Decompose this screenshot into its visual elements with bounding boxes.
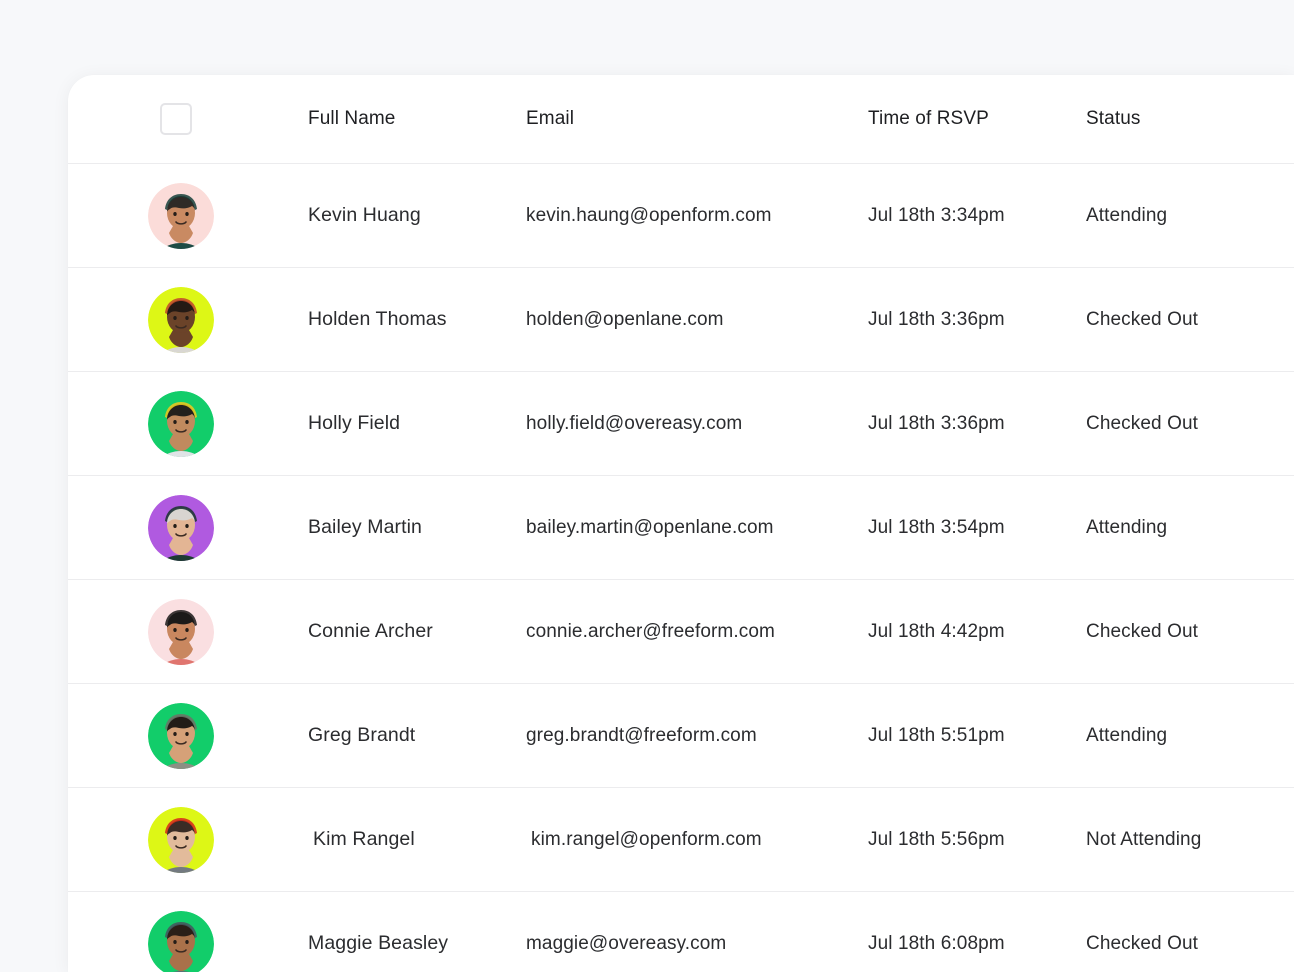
avatar-cell	[68, 598, 308, 665]
column-header-full-name[interactable]: Full Name	[308, 108, 526, 130]
avatar-cell	[68, 806, 308, 873]
avatar-maggie-beasley	[148, 910, 214, 972]
table-row[interactable]: Connie Archer connie.archer@freeform.com…	[68, 580, 1294, 684]
cell-full-name: Kevin Huang	[308, 204, 421, 226]
status-badge: Attending	[1086, 516, 1168, 538]
status-badge: Checked Out	[1086, 412, 1198, 434]
column-header-time-of-rsvp[interactable]: Time of RSVP	[868, 108, 1086, 130]
avatar-greg-brandt	[148, 702, 214, 769]
cell-time-of-rsvp: Jul 18th 4:42pm	[868, 620, 1005, 642]
avatar-kevin-huang	[148, 182, 214, 249]
table-row[interactable]: Holly Field holly.field@overeasy.com Jul…	[68, 372, 1294, 476]
avatar-cell	[68, 494, 308, 561]
cell-email: holly.field@overeasy.com	[526, 412, 743, 434]
cell-email: maggie@overeasy.com	[526, 932, 727, 954]
cell-time-of-rsvp: Jul 18th 3:36pm	[868, 308, 1005, 330]
cell-full-name: Bailey Martin	[308, 516, 423, 538]
cell-time-of-rsvp: Jul 18th 3:34pm	[868, 204, 1005, 226]
status-badge: Attending	[1086, 204, 1168, 226]
avatar-cell	[68, 286, 308, 353]
table-row[interactable]: Kevin Huang kevin.haung@openform.com Jul…	[68, 164, 1294, 268]
cell-full-name: Kim Rangel	[313, 828, 415, 850]
table-body: Kevin Huang kevin.haung@openform.com Jul…	[68, 164, 1294, 972]
cell-full-name: Greg Brandt	[308, 724, 416, 746]
avatar-kim-rangel	[148, 806, 214, 873]
table-row[interactable]: Maggie Beasley maggie@overeasy.com Jul 1…	[68, 892, 1294, 972]
avatar-cell	[68, 910, 308, 972]
select-all-cell	[68, 103, 308, 135]
status-badge: Checked Out	[1086, 932, 1198, 954]
avatar-connie-archer	[148, 598, 214, 665]
cell-full-name: Holden Thomas	[308, 308, 447, 330]
cell-time-of-rsvp: Jul 18th 5:56pm	[868, 828, 1005, 850]
attendee-table-card: Full Name Email Time of RSVP Status Kevi…	[68, 75, 1294, 972]
avatar-cell	[68, 182, 308, 249]
cell-email: kim.rangel@openform.com	[531, 828, 762, 850]
cell-time-of-rsvp: Jul 18th 3:36pm	[868, 412, 1005, 434]
avatar-bailey-martin	[148, 494, 214, 561]
status-badge: Attending	[1086, 724, 1168, 746]
cell-email: kevin.haung@openform.com	[526, 204, 772, 226]
table-row[interactable]: Holden Thomas holden@openlane.com Jul 18…	[68, 268, 1294, 372]
select-all-checkbox[interactable]	[160, 103, 192, 135]
table-row[interactable]: Greg Brandt greg.brandt@freeform.com Jul…	[68, 684, 1294, 788]
cell-email: connie.archer@freeform.com	[526, 620, 775, 642]
cell-full-name: Holly Field	[308, 412, 401, 434]
table-row[interactable]: Bailey Martin bailey.martin@openlane.com…	[68, 476, 1294, 580]
cell-time-of-rsvp: Jul 18th 6:08pm	[868, 932, 1005, 954]
cell-time-of-rsvp: Jul 18th 5:51pm	[868, 724, 1005, 746]
avatar-holden-thomas	[148, 286, 214, 353]
avatar-holly-field	[148, 390, 214, 457]
cell-email: holden@openlane.com	[526, 308, 724, 330]
avatar-cell	[68, 702, 308, 769]
status-badge: Checked Out	[1086, 620, 1198, 642]
cell-email: bailey.martin@openlane.com	[526, 516, 774, 538]
cell-email: greg.brandt@freeform.com	[526, 724, 757, 746]
status-badge: Checked Out	[1086, 308, 1198, 330]
status-badge: Not Attending	[1086, 828, 1202, 850]
cell-time-of-rsvp: Jul 18th 3:54pm	[868, 516, 1005, 538]
table-header-row: Full Name Email Time of RSVP Status	[68, 75, 1294, 164]
column-header-status[interactable]: Status	[1086, 108, 1294, 130]
avatar-cell	[68, 390, 308, 457]
cell-full-name: Maggie Beasley	[308, 932, 449, 954]
cell-full-name: Connie Archer	[308, 620, 433, 642]
column-header-email[interactable]: Email	[526, 108, 868, 130]
table-row[interactable]: Kim Rangel kim.rangel@openform.com Jul 1…	[68, 788, 1294, 892]
